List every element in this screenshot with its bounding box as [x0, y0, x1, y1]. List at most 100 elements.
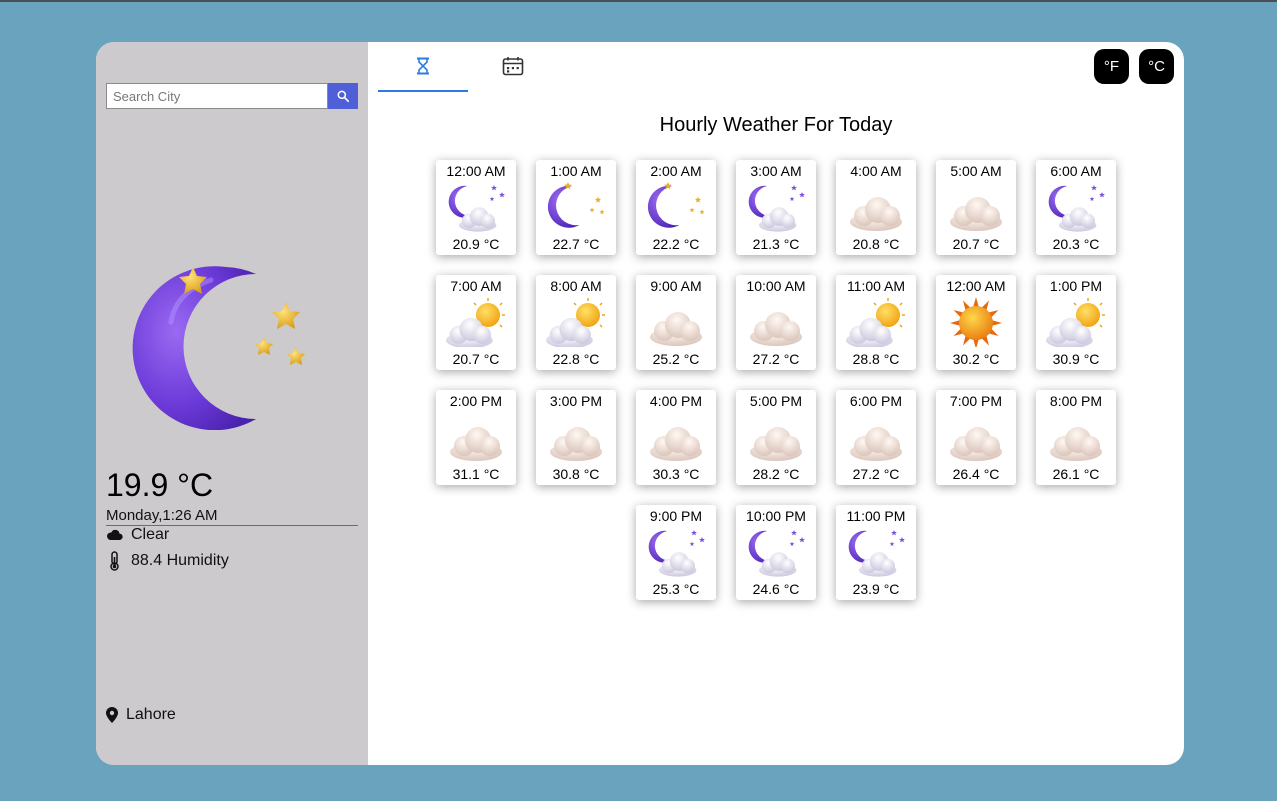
hourly-time: 5:00 PM: [749, 393, 803, 409]
hourly-card: 2:00 AM 22.2 °C: [636, 160, 716, 255]
hourly-card: 7:00 PM 26.4 °C: [936, 390, 1016, 485]
location-text: Lahore: [126, 706, 176, 723]
hourglass-icon: [417, 57, 429, 75]
hourly-card: 4:00 AM 20.8 °C: [836, 160, 916, 255]
hourly-card: 7:00 AM 20.7 °C: [436, 275, 516, 370]
hourly-temp: 22.2 °C: [652, 236, 700, 252]
hourly-time: 4:00 AM: [850, 163, 902, 179]
hourly-temp: 30.9 °C: [1052, 351, 1100, 367]
hourly-temp: 22.7 °C: [552, 236, 600, 252]
hourly-temp: 28.2 °C: [752, 466, 800, 482]
sidebar: 19.9 °C Monday,1:26 AM Clear 88.4 Humidi…: [96, 42, 368, 765]
humidity-text: 88.4 Humidity: [131, 552, 229, 569]
hourly-card: 2:00 PM 31.1 °C: [436, 390, 516, 485]
search-city-input[interactable]: [106, 83, 328, 109]
cloud-icon: [546, 412, 606, 462]
hourly-time: 9:00 PM: [649, 508, 703, 524]
hourly-time: 10:00 AM: [746, 278, 806, 294]
hourly-temp: 21.3 °C: [752, 236, 800, 252]
hourly-card: 12:00 AM 30.2 °C: [936, 275, 1016, 370]
weather-app: 19.9 °C Monday,1:26 AM Clear 88.4 Humidi…: [96, 42, 1184, 765]
hourly-card: 5:00 AM 20.7 °C: [936, 160, 1016, 255]
celsius-button[interactable]: °C: [1139, 49, 1174, 84]
hourly-time: 12:00 AM: [446, 163, 506, 179]
search-button[interactable]: [328, 83, 358, 109]
hourly-temp: 30.3 °C: [652, 466, 700, 482]
sun-icon: [946, 297, 1006, 349]
cloud-icon: [1046, 412, 1106, 462]
hourly-time: 4:00 PM: [649, 393, 703, 409]
hourly-temp: 20.7 °C: [452, 351, 500, 367]
hourly-time: 9:00 AM: [650, 278, 702, 294]
hourly-card: 10:00 AM 27.2 °C: [736, 275, 816, 370]
moon-icon: [646, 182, 706, 232]
hourly-temp: 27.2 °C: [852, 466, 900, 482]
hourly-temp: 26.1 °C: [1052, 466, 1100, 482]
hourly-time: 6:00 AM: [1050, 163, 1102, 179]
hourly-card: 5:00 PM 28.2 °C: [736, 390, 816, 485]
moon-stars-icon: [132, 266, 305, 430]
hourly-temp: 27.2 °C: [752, 351, 800, 367]
fahrenheit-button[interactable]: °F: [1094, 49, 1129, 84]
condition-text: Clear: [131, 526, 170, 543]
hourly-time: 11:00 AM: [846, 278, 906, 294]
hourly-temp: 30.2 °C: [952, 351, 1000, 367]
hourly-temp: 26.4 °C: [952, 466, 1000, 482]
hourly-card: 6:00 AM 20.3 °C: [1036, 160, 1116, 255]
hourly-card: 1:00 PM 30.9 °C: [1036, 275, 1116, 370]
cloud-icon: [946, 412, 1006, 462]
hourly-temp: 20.8 °C: [852, 236, 900, 252]
condition-row: Clear: [106, 526, 169, 544]
humidity-row: 88.4 Humidity: [106, 551, 229, 571]
hourly-time: 3:00 AM: [750, 163, 802, 179]
hourly-card: 3:00 AM 21.3 °C: [736, 160, 816, 255]
main-panel: °F °C Hourly Weather For Today 12:00 AM 2…: [368, 42, 1184, 765]
hourly-temp: 25.3 °C: [652, 581, 700, 597]
hourly-time: 7:00 AM: [450, 278, 502, 294]
hourly-temp: 20.7 °C: [952, 236, 1000, 252]
night-cloud-icon: [746, 527, 806, 577]
cloud-icon: [107, 529, 123, 540]
tab-weekly[interactable]: [468, 42, 558, 90]
partly-sunny-icon: [846, 297, 906, 349]
hourly-time: 6:00 PM: [849, 393, 903, 409]
hourly-time: 8:00 AM: [550, 278, 602, 294]
cloud-icon: [446, 412, 506, 462]
thermometer-icon: [110, 551, 119, 571]
hourly-card: 6:00 PM 27.2 °C: [836, 390, 916, 485]
hourly-time: 12:00 AM: [946, 278, 1006, 294]
calendar-icon: [502, 57, 524, 76]
night-cloud-icon: [446, 182, 506, 232]
hourly-card: 12:00 AM 20.9 °C: [436, 160, 516, 255]
cloud-icon: [846, 412, 906, 462]
hourly-temp: 25.2 °C: [652, 351, 700, 367]
hourly-card: 8:00 PM 26.1 °C: [1036, 390, 1116, 485]
partly-sunny-icon: [446, 297, 506, 349]
hourly-card: 11:00 PM 23.9 °C: [836, 505, 916, 600]
night-cloud-icon: [846, 527, 906, 577]
night-cloud-icon: [646, 527, 706, 577]
page-title: Hourly Weather For Today: [659, 114, 893, 136]
hourly-time: 2:00 AM: [650, 163, 702, 179]
hourly-card: 11:00 AM 28.8 °C: [836, 275, 916, 370]
location-row: Lahore: [106, 706, 176, 724]
hourly-temp: 30.8 °C: [552, 466, 600, 482]
hourly-time: 3:00 PM: [549, 393, 603, 409]
cloud-icon: [646, 297, 706, 347]
partly-sunny-icon: [546, 297, 606, 349]
hourly-time: 10:00 PM: [746, 508, 806, 524]
hourly-time: 11:00 PM: [846, 508, 906, 524]
cloud-icon: [746, 297, 806, 347]
hourly-card: 1:00 AM 22.7 °C: [536, 160, 616, 255]
partly-sunny-icon: [1046, 297, 1106, 349]
cloud-icon: [646, 412, 706, 462]
cloud-icon: [946, 182, 1006, 232]
tab-hourly[interactable]: [378, 42, 468, 92]
hourly-temp: 23.9 °C: [852, 581, 900, 597]
hourly-temp: 20.9 °C: [452, 236, 500, 252]
hourly-card: 9:00 PM 25.3 °C: [636, 505, 716, 600]
hourly-time: 7:00 PM: [949, 393, 1003, 409]
hourly-card: 9:00 AM 25.2 °C: [636, 275, 716, 370]
hourly-card: 8:00 AM 22.8 °C: [536, 275, 616, 370]
night-cloud-icon: [1046, 182, 1106, 232]
